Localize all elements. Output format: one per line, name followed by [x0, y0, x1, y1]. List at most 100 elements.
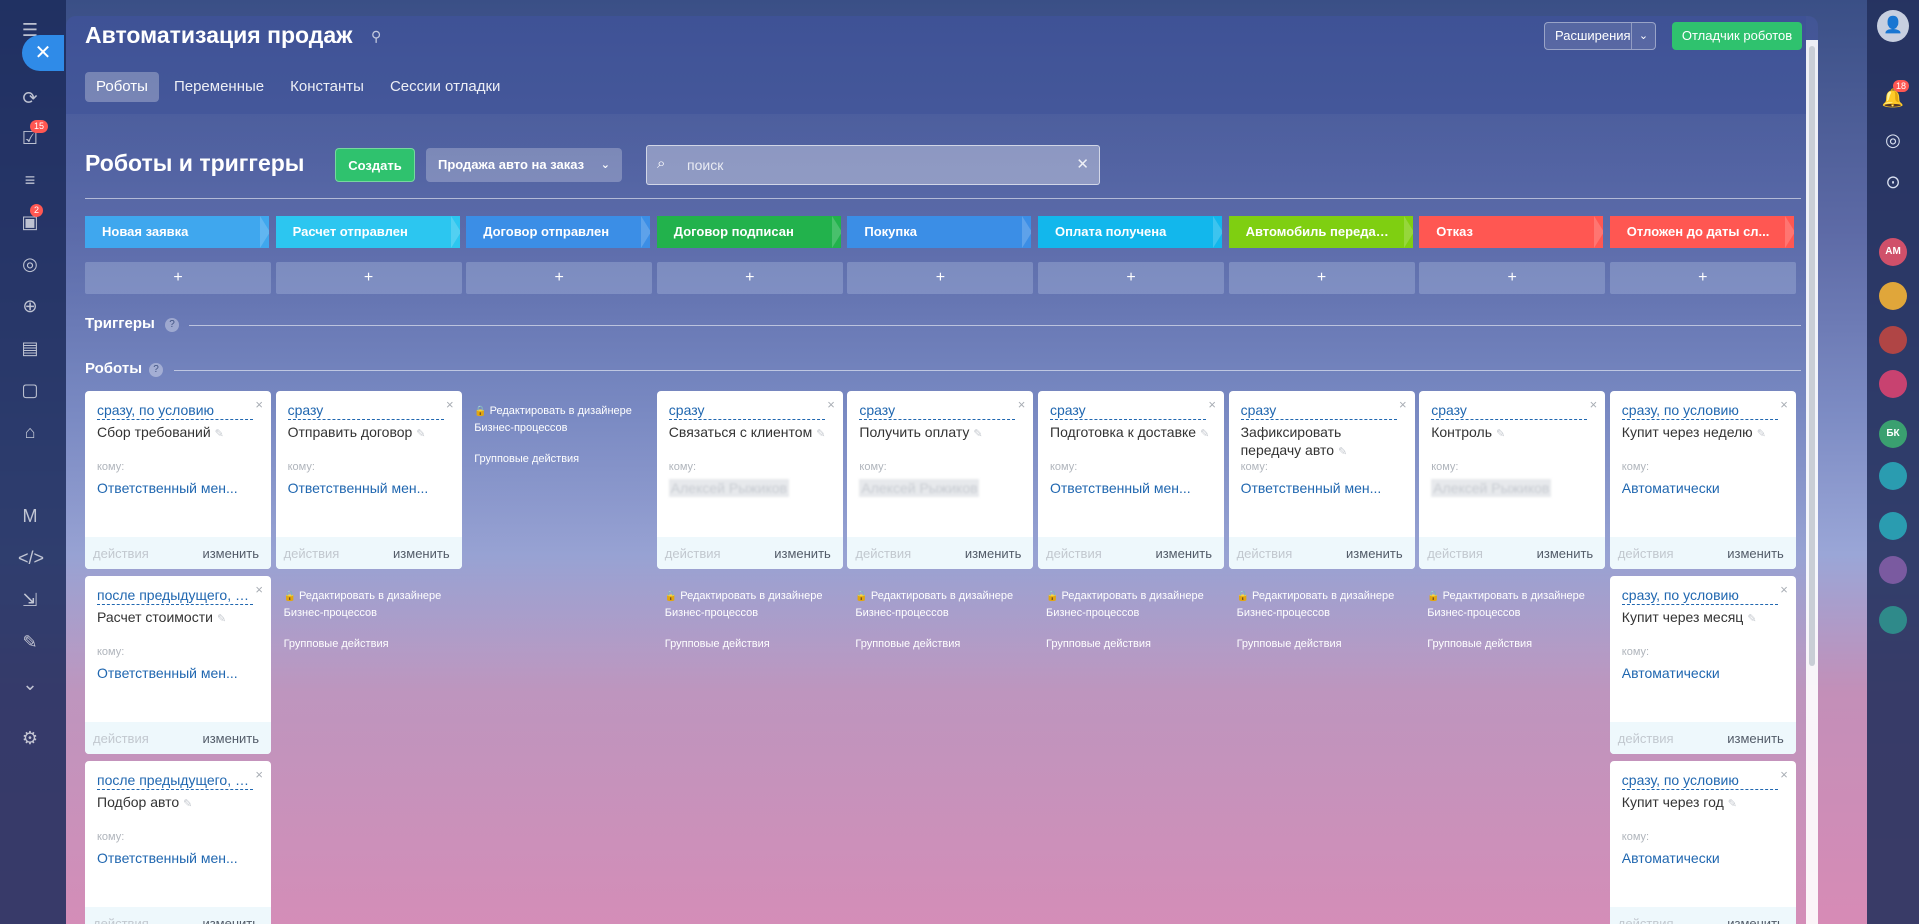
robot-condition-link[interactable]: сразу, по условию	[1621, 771, 1778, 790]
actions-link[interactable]: действия	[855, 546, 911, 561]
pencil-icon[interactable]: ✎	[1747, 613, 1756, 625]
stage-header[interactable]: Отказ	[1419, 216, 1604, 248]
bp-designer-link[interactable]: 🔒 Редактировать в дизайнере Бизнес-процес…	[474, 403, 654, 436]
change-link[interactable]: изменить	[202, 546, 259, 561]
change-link[interactable]: изменить	[1727, 546, 1784, 561]
change-link[interactable]: изменить	[1727, 731, 1784, 746]
robot-condition-link[interactable]: сразу, по условию	[1621, 401, 1778, 420]
robot-card[interactable]: сразу × Связаться с клиентом ✎ кому: Алексей …	[656, 391, 843, 569]
pencil-icon[interactable]: ✎	[1338, 446, 1347, 458]
slider-scrollbar[interactable]	[1806, 40, 1818, 924]
robot-condition-link[interactable]: сразу, по условию	[1621, 586, 1778, 605]
recipient-value[interactable]: Ответственный мен...	[97, 479, 261, 497]
recipient-value[interactable]: Ответственный мен...	[97, 849, 261, 867]
delete-robot-icon[interactable]: ×	[255, 582, 263, 597]
group-actions-link[interactable]: Групповые действия	[284, 638, 389, 650]
help-circle-icon[interactable]: ◎	[1881, 128, 1905, 152]
recipient-value[interactable]: Ответственный мен...	[288, 479, 452, 497]
delete-robot-icon[interactable]: ×	[1780, 582, 1788, 597]
stage-header[interactable]: Договор подписан	[656, 216, 841, 248]
actions-link[interactable]: действия	[1237, 546, 1293, 561]
tab-debug-sessions[interactable]: Сессии отладки	[379, 72, 511, 102]
robot-card[interactable]: сразу, по условию × Купит через месяц ✎ кому…	[1609, 576, 1796, 754]
clear-search-icon[interactable]: ✕	[1076, 155, 1089, 173]
stage-header[interactable]: Автомобиль передан к...	[1228, 216, 1413, 248]
delete-robot-icon[interactable]: ×	[446, 397, 454, 412]
change-link[interactable]: изменить	[1537, 546, 1594, 561]
change-link[interactable]: изменить	[202, 916, 259, 924]
pencil-icon[interactable]: ✎	[215, 428, 224, 440]
robot-condition-link[interactable]: сразу	[287, 401, 444, 420]
add-trigger-button[interactable]: +	[1038, 262, 1224, 294]
chat-avatar[interactable]	[1879, 512, 1907, 540]
create-button[interactable]: Создать	[335, 148, 415, 182]
delete-robot-icon[interactable]: ×	[1018, 397, 1026, 412]
actions-link[interactable]: действия	[284, 546, 340, 561]
change-link[interactable]: изменить	[393, 546, 450, 561]
extensions-button[interactable]: Расширения ⌄	[1544, 22, 1656, 50]
stage-header[interactable]: Отложен до даты сл...	[1609, 216, 1794, 248]
knowledge-icon[interactable]: ⇲	[18, 588, 42, 612]
chat-avatar[interactable]	[1879, 326, 1907, 354]
recipient-value[interactable]: Алексей Рыжиков	[859, 479, 980, 497]
actions-link[interactable]: действия	[93, 546, 149, 561]
recipient-value[interactable]: Алексей Рыжиков	[668, 479, 789, 497]
actions-link[interactable]: действия	[93, 916, 149, 924]
robot-condition-link[interactable]: сразу	[1431, 401, 1588, 420]
bp-designer-link[interactable]: 🔒 Редактировать в дизайнере Бизнес-процес…	[1427, 588, 1607, 621]
bp-designer-link[interactable]: 🔒 Редактировать в дизайнере Бизнес-процес…	[1046, 588, 1226, 621]
add-trigger-button[interactable]: +	[1228, 262, 1415, 294]
delete-robot-icon[interactable]: ×	[1780, 767, 1788, 782]
add-trigger-button[interactable]: +	[85, 262, 271, 294]
chat-icon[interactable]: ⊙	[1881, 170, 1905, 194]
recipient-value[interactable]: Ответственный мен...	[1050, 479, 1214, 497]
user-avatar[interactable]: 👤	[1877, 10, 1909, 42]
bp-designer-link[interactable]: 🔒 Редактировать в дизайнере Бизнес-процес…	[665, 588, 845, 621]
robot-card[interactable]: сразу × Зафиксировать передачу авто ✎ кому: О…	[1228, 391, 1415, 569]
sites-icon[interactable]: ▢	[18, 378, 42, 402]
robot-card[interactable]: сразу × Получить оплату ✎ кому: Алексей Рыжик…	[847, 391, 1034, 569]
recipient-value[interactable]: Алексей Рыжиков	[1431, 479, 1552, 497]
triggers-help-icon[interactable]: ?	[165, 318, 179, 332]
delete-robot-icon[interactable]: ×	[255, 397, 263, 412]
change-link[interactable]: изменить	[1727, 916, 1784, 924]
group-actions-link[interactable]: Групповые действия	[855, 638, 960, 650]
delete-robot-icon[interactable]: ×	[1399, 397, 1407, 412]
change-link[interactable]: изменить	[1155, 546, 1212, 561]
delete-robot-icon[interactable]: ×	[255, 767, 263, 782]
robot-condition-link[interactable]: сразу	[859, 401, 1016, 420]
add-trigger-button[interactable]: +	[656, 262, 843, 294]
close-slider-button[interactable]: ✕	[22, 35, 64, 71]
robots-help-icon[interactable]: ?	[149, 363, 163, 377]
tab-variables[interactable]: Переменные	[163, 72, 275, 102]
robot-card[interactable]: сразу × Контроль ✎ кому: Алексей Рыжиков дейст…	[1419, 391, 1606, 569]
chevron-down-icon[interactable]: ⌄	[1631, 23, 1655, 49]
stage-header[interactable]: Оплата получена	[1038, 216, 1222, 248]
crm-icon[interactable]: ≡	[18, 168, 42, 192]
robot-debugger-button[interactable]: Отладчик роботов	[1672, 22, 1802, 50]
group-actions-link[interactable]: Групповые действия	[665, 638, 770, 650]
robot-card[interactable]: сразу × Отправить договор ✎ кому: Ответственн…	[275, 391, 462, 569]
group-actions-link[interactable]: Групповые действия	[1427, 638, 1532, 650]
change-link[interactable]: изменить	[1346, 546, 1403, 561]
tasks-icon[interactable]: ☑ 15	[18, 120, 49, 150]
search-input[interactable]	[687, 154, 1067, 176]
settings-icon[interactable]: ⚙	[18, 726, 42, 750]
stage-header[interactable]: Новая заявка	[85, 216, 269, 248]
actions-link[interactable]: действия	[1618, 731, 1674, 746]
group-actions-link[interactable]: Групповые действия	[1237, 638, 1342, 650]
add-trigger-button[interactable]: +	[275, 262, 462, 294]
actions-link[interactable]: действия	[1427, 546, 1483, 561]
tab-constants[interactable]: Константы	[279, 72, 375, 102]
tab-robots[interactable]: Роботы	[85, 72, 159, 102]
pencil-icon[interactable]: ✎	[1728, 798, 1737, 810]
add-trigger-button[interactable]: +	[1419, 262, 1606, 294]
robot-card[interactable]: сразу, по условию × Купит через год ✎ кому: А…	[1609, 761, 1796, 924]
chevron-down-icon[interactable]: ⌄	[18, 672, 42, 696]
add-trigger-button[interactable]: +	[1609, 262, 1796, 294]
chat-avatar[interactable]	[1879, 462, 1907, 490]
bp-designer-link[interactable]: 🔒 Редактировать в дизайнере Бизнес-процес…	[855, 588, 1035, 621]
calendar-icon[interactable]: ▣ 2	[18, 204, 44, 234]
recipient-value[interactable]: Автоматически	[1622, 664, 1786, 682]
marketing-icon[interactable]: ◎	[18, 252, 42, 276]
